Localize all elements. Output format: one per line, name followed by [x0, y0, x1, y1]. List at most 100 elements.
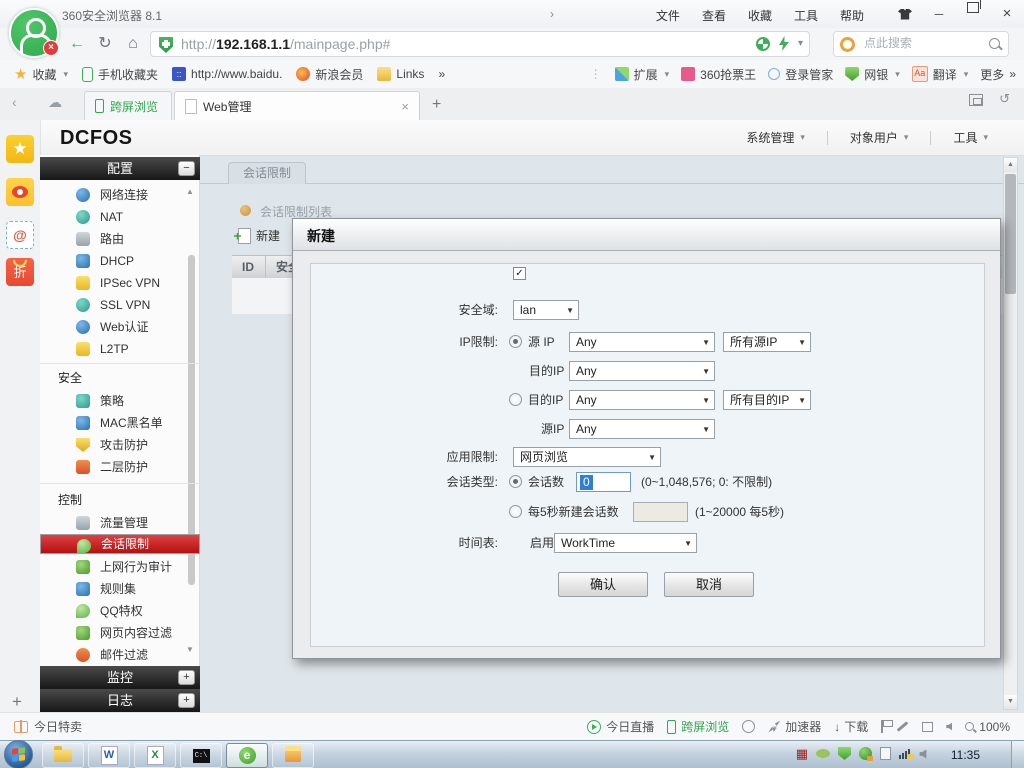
all-dest-ip-select[interactable]: 所有目的IP ▼	[723, 390, 811, 410]
new-tab-button[interactable]: +	[432, 96, 441, 114]
cross-screen-link[interactable]: 跨屏浏览	[667, 718, 729, 735]
sidebar-item-ipsec-vpn[interactable]: IPSec VPN	[40, 272, 200, 294]
ebank-tool[interactable]: 网银 ▾	[845, 66, 900, 83]
new-entry-button[interactable]: 新建	[238, 227, 280, 244]
taskbar-software-box[interactable]	[272, 743, 314, 768]
sidebar-item-web-filter[interactable]: 网页内容过滤	[40, 622, 200, 644]
taskbar-cmd[interactable]: C:\	[180, 743, 222, 768]
minimize-button[interactable]: ─	[922, 2, 956, 26]
column-id[interactable]: ID	[232, 256, 266, 278]
url-dropdown-icon[interactable]: ▾	[798, 38, 803, 49]
taskbar-360-browser[interactable]: e	[226, 743, 268, 768]
source-ip2-select[interactable]: Any ▼	[569, 419, 715, 439]
wind-icon[interactable]	[742, 720, 756, 733]
collapse-tabs-icon[interactable]: ‹	[12, 94, 17, 110]
tab-web-admin[interactable]: Web管理 ×	[174, 91, 420, 120]
session-rate-input[interactable]	[633, 502, 688, 522]
session-rate-radio[interactable]	[509, 505, 522, 518]
refresh-icon[interactable]: ↻	[94, 33, 116, 55]
tray-green-icon[interactable]	[816, 749, 830, 758]
content-tab-session-limit[interactable]: 会话限制	[228, 162, 307, 184]
dock-add-icon[interactable]: +	[12, 692, 22, 712]
sidebar-item-qq[interactable]: QQ特权	[40, 600, 200, 622]
menu-file[interactable]: 文件	[656, 7, 680, 24]
scrollbar-thumb[interactable]	[1005, 174, 1016, 294]
back-icon[interactable]: ←	[66, 33, 88, 55]
bookmark-mobile-favorites[interactable]: 手机收藏夹	[82, 66, 158, 83]
sidebar-item-session-limit[interactable]: 会话限制	[40, 534, 200, 554]
url-text[interactable]: http://192.168.1.1/mainpage.php#	[181, 36, 390, 52]
translate-tool[interactable]: Aa 翻译 ▾	[911, 66, 968, 83]
sidebar-item-policy[interactable]: 策略	[40, 390, 200, 412]
download-link[interactable]: ↓ 下载	[834, 718, 868, 735]
site-shield-icon[interactable]	[159, 37, 173, 53]
source-ip-select[interactable]: Any ▼	[569, 332, 715, 352]
daily-deals-link[interactable]: 今日特卖	[14, 718, 82, 735]
menu-tools[interactable]: 工具 ▾	[931, 129, 1010, 146]
sidebar-item-ssl-vpn[interactable]: SSL VPN	[40, 294, 200, 316]
menu-view[interactable]: 查看	[702, 7, 726, 24]
menu-favorites[interactable]: 收藏	[748, 7, 772, 24]
restore-tab-icon[interactable]: ↺	[999, 91, 1010, 107]
section-config-header[interactable]: 配置 −	[40, 157, 200, 180]
dest-ip-radio[interactable]	[509, 393, 522, 406]
menu-chevron-icon[interactable]: ›	[550, 7, 554, 21]
zone-select[interactable]: lan ▼	[513, 300, 579, 320]
sidebar-item-ruleset[interactable]: 规则集	[40, 578, 200, 600]
sidebar-item-layer2-defense[interactable]: 二层防护	[40, 456, 200, 478]
start-button[interactable]	[4, 740, 33, 768]
section-monitor-header[interactable]: 监控 +	[40, 666, 200, 689]
sidebar-item-route[interactable]: 路由	[40, 228, 200, 250]
menu-system-admin[interactable]: 系统管理 ▾	[724, 129, 827, 146]
tab-cross-screen[interactable]: 跨屏浏览	[84, 91, 172, 120]
all-source-ip-select[interactable]: 所有源IP ▼	[723, 332, 811, 352]
tray-shield-icon[interactable]	[838, 747, 851, 760]
cancel-button[interactable]: 取消	[664, 572, 754, 597]
sidebar-item-l2tp[interactable]: L2TP	[40, 338, 200, 360]
expand-icon[interactable]: +	[178, 693, 195, 708]
accelerator-link[interactable]: 加速器	[768, 718, 821, 735]
tray-clipboard-icon[interactable]	[880, 747, 891, 760]
dialog-titlebar[interactable]: 新建	[293, 219, 1000, 251]
sidebar-item-mail-filter[interactable]: 邮件过滤	[40, 644, 200, 666]
app-limit-select[interactable]: 网页浏览 ▼	[513, 447, 661, 467]
sidebar-item-network[interactable]: 网络连接	[40, 184, 200, 206]
scroll-down-icon[interactable]: ▼	[1004, 695, 1017, 709]
tray-media-icon[interactable]: ▦	[796, 747, 808, 760]
tray-network-icon[interactable]	[899, 748, 914, 760]
menu-tools[interactable]: 工具	[794, 7, 818, 24]
extensions-menu[interactable]: 扩展 ▾	[614, 66, 669, 83]
login-manager-tool[interactable]: 登录管家	[768, 66, 833, 83]
taskbar-clock[interactable]: 11:35	[951, 748, 980, 762]
bookmark-baidu[interactable]: :: http://www.baidu.	[172, 67, 282, 81]
collapse-icon[interactable]: −	[178, 161, 195, 176]
sidebar-item-attack-defense[interactable]: 攻击防护	[40, 434, 200, 456]
speed-mode-icon[interactable]	[778, 36, 789, 51]
bookmark-sina[interactable]: 新浪会员	[296, 66, 363, 83]
bookmarks-overflow[interactable]: »	[438, 67, 445, 81]
sidebar-item-web-auth[interactable]: Web认证	[40, 316, 200, 338]
cloud-sync-icon[interactable]: ☁	[48, 94, 62, 111]
sidebar-item-audit[interactable]: 上网行为审计	[40, 556, 200, 578]
pen-icon[interactable]	[896, 721, 909, 732]
search-icon[interactable]	[989, 38, 1000, 49]
window-mode-icon[interactable]	[922, 721, 934, 732]
sidebar-item-dhcp[interactable]: DHCP	[40, 250, 200, 272]
show-desktop-button[interactable]	[1011, 741, 1024, 768]
ad-block-icon[interactable]	[755, 36, 770, 51]
dest-ip-select[interactable]: Any ▼	[569, 361, 715, 381]
taskbar-excel[interactable]: X	[134, 743, 176, 768]
user-avatar[interactable]: ×	[9, 8, 59, 58]
expand-icon[interactable]: +	[178, 670, 195, 685]
zoom-control[interactable]: 100%	[965, 720, 1010, 734]
taskbar-explorer[interactable]	[42, 743, 84, 768]
dock-deals-icon[interactable]: 折	[6, 258, 34, 286]
sidebar-item-traffic[interactable]: 流量管理	[40, 512, 200, 534]
recently-closed-icon[interactable]	[969, 94, 984, 106]
menu-object-user[interactable]: 对象用户 ▾	[828, 129, 931, 146]
search-box[interactable]	[833, 31, 1009, 57]
content-scrollbar[interactable]: ▲ ▼	[1003, 157, 1018, 710]
close-button[interactable]: ×	[990, 2, 1024, 26]
session-count-radio[interactable]	[509, 475, 522, 488]
sidebar-item-nat[interactable]: NAT	[40, 206, 200, 228]
